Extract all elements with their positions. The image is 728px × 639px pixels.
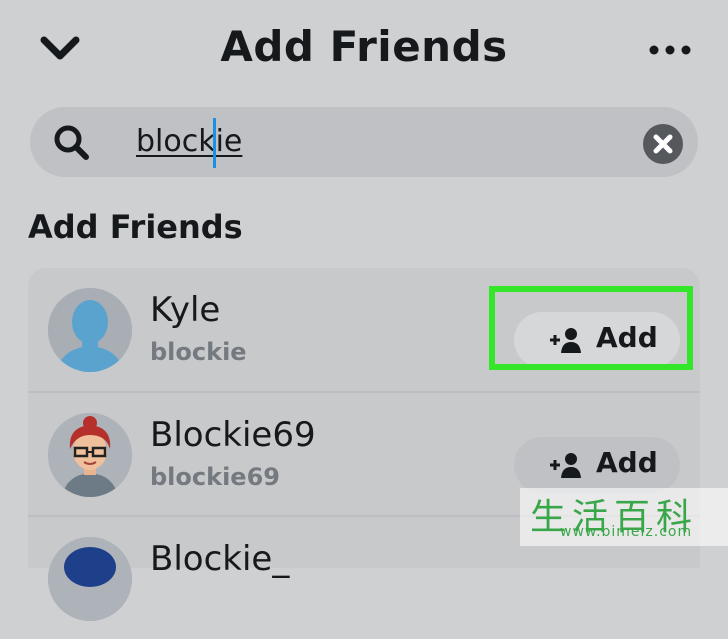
add-friend-button[interactable]: Add [514,437,680,493]
add-button-label: Add [596,446,658,479]
avatar [48,537,132,621]
avatar [48,288,132,372]
friend-name: Blockie_ [150,539,290,579]
clear-search-button[interactable] [643,124,683,164]
search-bar[interactable]: blockie [30,107,698,177]
highlight-box [489,286,693,370]
friend-name: Kyle [150,290,221,330]
friend-name: Blockie69 [150,415,316,455]
search-icon [54,125,89,160]
more-horizontal-icon[interactable] [648,38,692,62]
bitmoji-avatar-icon [48,413,132,497]
default-avatar-icon [48,288,132,372]
page-title: Add Friends [220,22,508,71]
bitmoji-avatar-icon [48,537,132,621]
watermark: 生活百科 www.bimeiz.com [520,488,728,546]
friend-username: blockie69 [150,463,280,491]
search-input[interactable]: blockie [136,121,242,163]
watermark-url: www.bimeiz.com [560,524,693,540]
friend-username: blockie [150,338,247,366]
header: Add Friends [0,0,728,100]
avatar [48,413,132,497]
add-user-icon [550,453,581,478]
clear-icon [653,134,673,154]
section-title: Add Friends [28,208,243,246]
text-caret [213,118,216,168]
